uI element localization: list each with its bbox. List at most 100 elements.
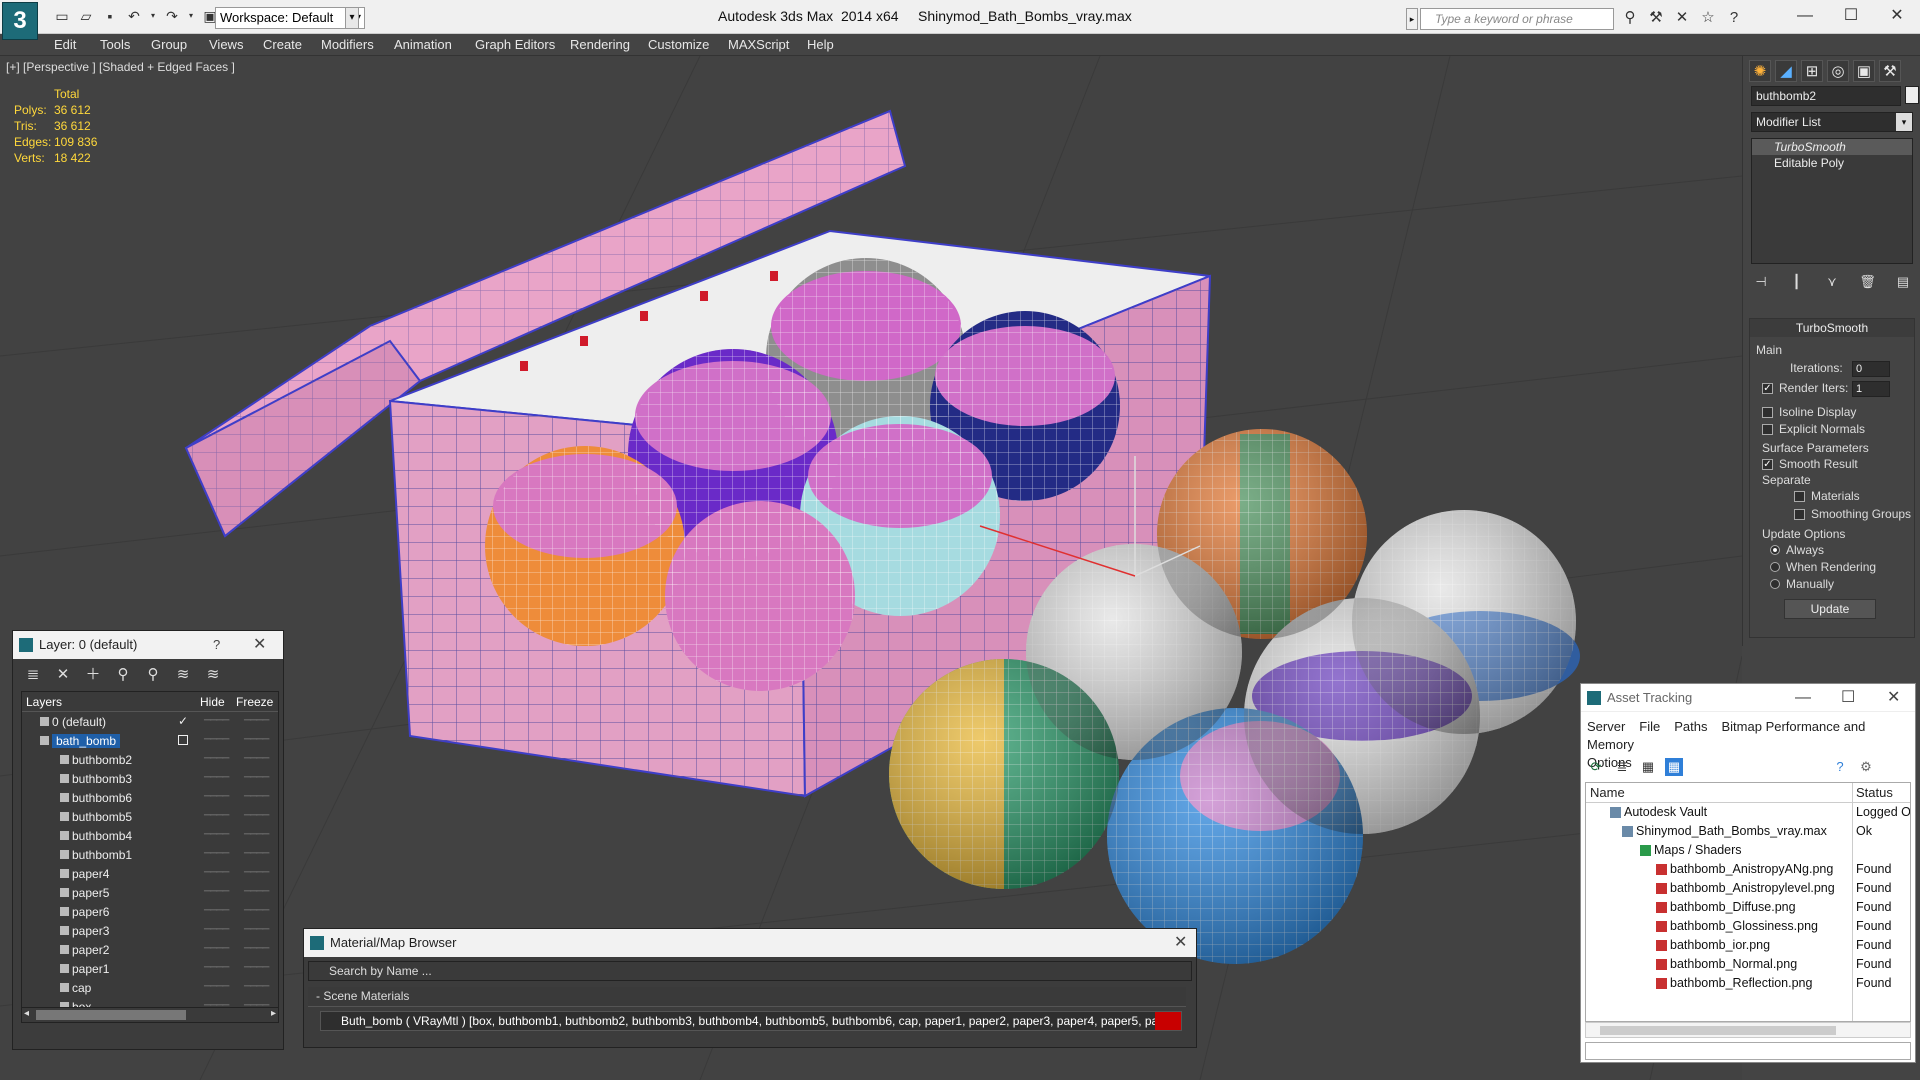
asset-row[interactable]: bathbomb_Normal.png Found	[1586, 955, 1910, 974]
layer-row[interactable]: paper3 ──── ────	[22, 921, 278, 940]
freeze-toggle[interactable]: ────	[244, 905, 269, 916]
hide-toggle[interactable]: ────	[204, 734, 229, 745]
thumbnail-view-icon[interactable]: ▦	[1639, 758, 1657, 776]
star-icon[interactable]: ☆	[1698, 8, 1718, 28]
minimize-icon[interactable]: —	[1795, 684, 1811, 712]
layer-row[interactable]: paper1 ──── ────	[22, 959, 278, 978]
material-search-input[interactable]: Search by Name ...	[308, 961, 1192, 981]
search-input[interactable]: Type a keyword or phrase	[1420, 8, 1614, 30]
dropdown-icon[interactable]: ▾	[186, 6, 196, 26]
menu-modifiers[interactable]: Modifiers	[321, 37, 374, 52]
select-objects-icon[interactable]: ⚲	[113, 665, 133, 685]
freeze-toggle[interactable]: ────	[244, 886, 269, 897]
material-item[interactable]: Buth_bomb ( VRayMtl ) [box, buthbomb1, b…	[320, 1011, 1182, 1031]
make-unique-icon[interactable]: ⋎	[1822, 272, 1842, 292]
hide-toggle[interactable]: ────	[204, 791, 229, 802]
menu-server[interactable]: Server	[1587, 719, 1625, 734]
menu-edit[interactable]: Edit	[54, 37, 76, 52]
close-icon[interactable]: ✕	[1174, 929, 1187, 957]
menu-customize[interactable]: Customize	[648, 37, 709, 52]
asset-row[interactable]: Autodesk Vault Logged O	[1586, 803, 1910, 822]
freeze-toggle[interactable]: ────	[244, 810, 269, 821]
freeze-toggle[interactable]: ────	[244, 943, 269, 954]
explicit-normals-checkbox[interactable]: Explicit Normals	[1762, 422, 1865, 436]
freeze-toggle[interactable]: ────	[244, 734, 269, 745]
save-file-icon[interactable]: ▪	[100, 6, 120, 26]
hide-toggle[interactable]: ────	[204, 943, 229, 954]
layer-row[interactable]: paper2 ──── ────	[22, 940, 278, 959]
hide-toggle[interactable]: ────	[204, 981, 229, 992]
layer-row[interactable]: buthbomb2 ──── ────	[22, 750, 278, 769]
layer-row[interactable]: buthbomb5 ──── ────	[22, 807, 278, 826]
freeze-toggle[interactable]: ────	[244, 753, 269, 764]
layer-row[interactable]: paper6 ──── ────	[22, 902, 278, 921]
close-icon[interactable]: ✕	[1874, 0, 1920, 32]
layer-row[interactable]: bath_bomb ──── ────	[22, 731, 278, 750]
configure-sets-icon[interactable]: ▤	[1893, 272, 1913, 292]
menu-file[interactable]: File	[1639, 719, 1660, 734]
maximize-icon[interactable]: ☐	[1828, 0, 1874, 32]
modify-tab-icon[interactable]: ◢	[1775, 60, 1797, 82]
layer-row[interactable]: paper4 ──── ────	[22, 864, 278, 883]
render-iters-checkbox[interactable]: ✓ Render Iters:	[1762, 381, 1848, 395]
close-icon[interactable]: ✕	[1887, 684, 1900, 712]
list-view-icon[interactable]: ≣	[1613, 758, 1631, 776]
render-iters-spinner[interactable]: 1	[1852, 381, 1890, 397]
highlight-icon[interactable]: ≋	[173, 665, 193, 685]
object-color-swatch[interactable]	[1905, 86, 1919, 104]
col-name[interactable]: Name	[1590, 785, 1625, 800]
object-name-field[interactable]: buthbomb2	[1751, 86, 1901, 106]
menu-graph-editors[interactable]: Graph Editors	[475, 37, 555, 52]
maximize-icon[interactable]: ☐	[1841, 684, 1855, 712]
freeze-toggle[interactable]: ────	[244, 715, 269, 726]
workspace-menu-button[interactable]: ▾	[345, 7, 359, 29]
add-layer-icon[interactable]: ＋	[83, 665, 103, 685]
pin-stack-icon[interactable]: ⊣	[1751, 272, 1771, 292]
help-icon[interactable]: ?	[1831, 758, 1849, 776]
show-end-result-icon[interactable]: ┃	[1787, 272, 1807, 292]
help-icon[interactable]: ?	[1724, 8, 1744, 28]
display-tab-icon[interactable]: ▣	[1853, 60, 1875, 82]
hide-toggle[interactable]: ────	[204, 829, 229, 840]
hide-toggle[interactable]: ────	[204, 753, 229, 764]
asset-row[interactable]: bathbomb_Anistropylevel.png Found	[1586, 879, 1910, 898]
app-menu-button[interactable]: 3	[2, 2, 38, 40]
search-expand-icon[interactable]: ▸	[1406, 8, 1418, 30]
asset-row[interactable]: Shinymod_Bath_Bombs_vray.max Ok	[1586, 822, 1910, 841]
when-rendering-radio[interactable]: When Rendering	[1770, 560, 1876, 574]
hide-toggle[interactable]: ────	[204, 886, 229, 897]
workspace-select[interactable]: Workspace: Default▾	[215, 7, 365, 29]
hide-toggle[interactable]: ────	[204, 924, 229, 935]
dropdown-icon[interactable]: ▾	[148, 6, 158, 26]
table-view-icon[interactable]: ▦	[1665, 758, 1683, 776]
freeze-toggle[interactable]: ────	[244, 867, 269, 878]
hide-all-icon[interactable]: ≋	[203, 665, 223, 685]
menu-create[interactable]: Create	[263, 37, 302, 52]
hierarchy-tab-icon[interactable]: ⊞	[1801, 60, 1823, 82]
freeze-toggle[interactable]: ────	[244, 772, 269, 783]
hide-toggle[interactable]: ────	[204, 962, 229, 973]
material-browser-titlebar[interactable]: Material/Map Browser ✕	[304, 929, 1196, 957]
minimize-icon[interactable]: —	[1782, 0, 1828, 32]
create-tab-icon[interactable]: ✺	[1749, 60, 1771, 82]
new-file-icon[interactable]: ▭	[52, 6, 72, 26]
layer-row[interactable]: 0 (default) ──── ──── ✓	[22, 712, 278, 731]
asset-row[interactable]: bathbomb_Glossiness.png Found	[1586, 917, 1910, 936]
always-radio[interactable]: Always	[1770, 543, 1824, 557]
freeze-toggle[interactable]: ────	[244, 829, 269, 840]
menu-rendering[interactable]: Rendering	[570, 37, 630, 52]
menu-animation[interactable]: Animation	[394, 37, 452, 52]
open-file-icon[interactable]: ▱	[76, 6, 96, 26]
stack-item-editable-poly[interactable]: Editable Poly	[1752, 155, 1912, 171]
layer-list-icon[interactable]: ≣	[23, 665, 43, 685]
menu-paths[interactable]: Paths	[1674, 719, 1707, 734]
tools-icon[interactable]: ⚒	[1646, 8, 1666, 28]
redo-icon[interactable]: ↷	[162, 6, 182, 26]
layer-row[interactable]: buthbomb3 ──── ────	[22, 769, 278, 788]
rollout-title[interactable]: TurboSmooth	[1750, 319, 1914, 337]
select-layer-icon[interactable]: ⚲	[143, 665, 163, 685]
iterations-spinner[interactable]: 0	[1852, 361, 1890, 377]
asset-scrollbar[interactable]	[1585, 1022, 1911, 1038]
menu-views[interactable]: Views	[209, 37, 243, 52]
asset-row[interactable]: Maps / Shaders	[1586, 841, 1910, 860]
